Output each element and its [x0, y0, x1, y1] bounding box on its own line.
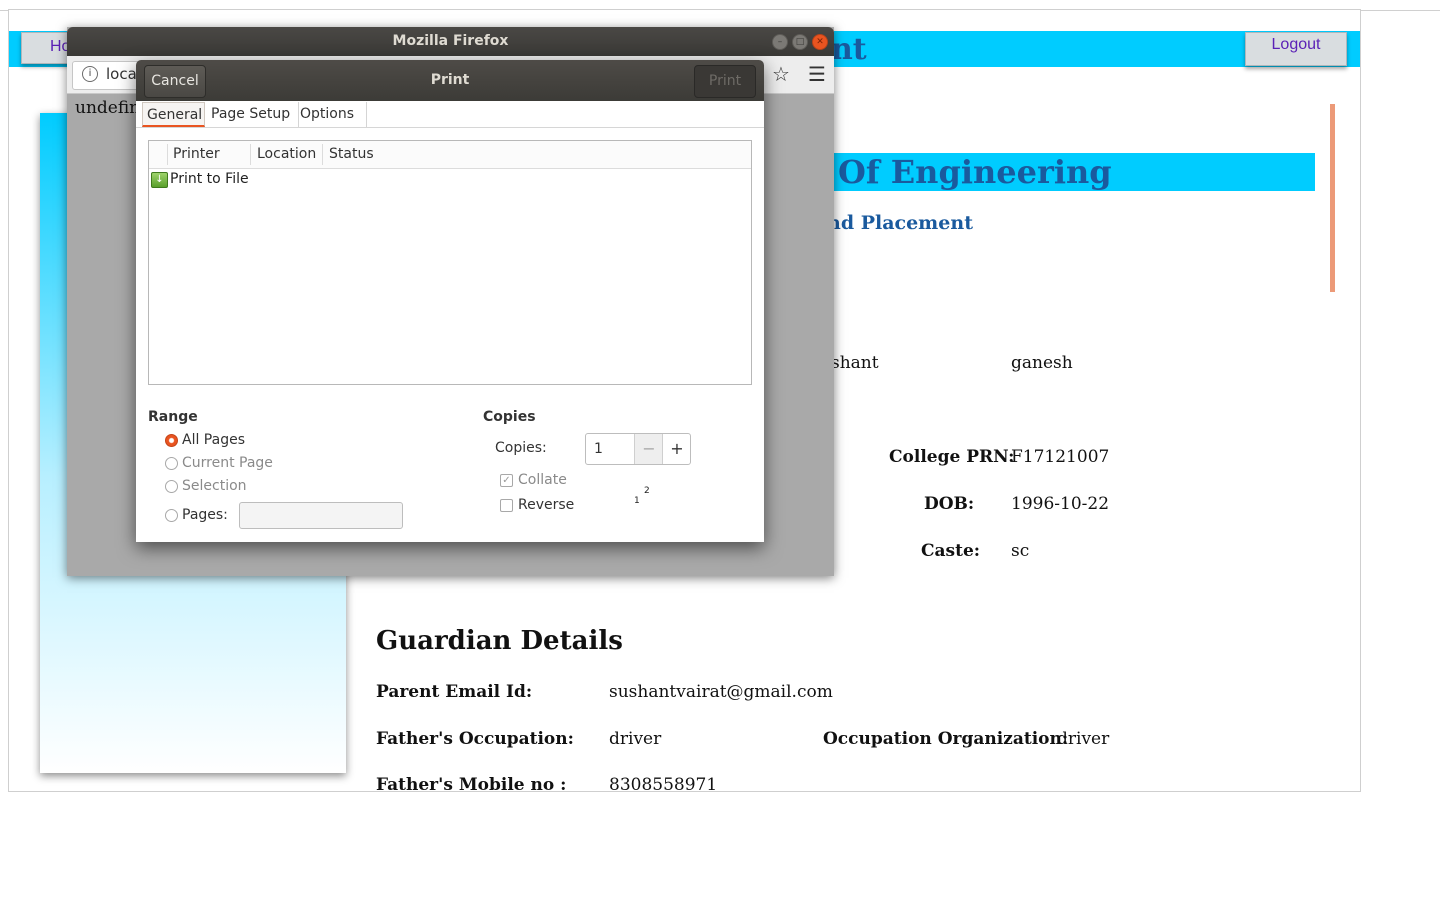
occupation-org-value: driver [1057, 729, 1110, 749]
current-page-label: Current Page [182, 455, 273, 471]
collate-label: Collate [518, 472, 567, 488]
parent-email-label: Parent Email Id: [376, 682, 533, 702]
prn-value: F17121007 [1011, 447, 1110, 467]
all-pages-label: All Pages [182, 432, 245, 448]
tab-divider [136, 127, 764, 128]
column-status[interactable]: Status [329, 141, 374, 168]
college-name: Of Engineering [838, 153, 1112, 191]
firefox-titlebar: Mozilla Firefox – □ ✕ [67, 27, 834, 56]
column-printer[interactable]: Printer [173, 141, 220, 168]
pages-label: Pages: [182, 507, 228, 523]
collate-checkbox[interactable]: ✓ [500, 474, 513, 487]
selection-radio[interactable] [165, 480, 178, 493]
column-separator [250, 144, 251, 165]
tab-page-setup[interactable]: Page Setup [207, 102, 299, 127]
pages-radio[interactable] [165, 509, 178, 522]
url-text: loca [106, 65, 137, 83]
student-first-name: shant [831, 353, 879, 373]
logout-button[interactable]: Logout [1245, 32, 1347, 66]
student-last-name: ganesh [1011, 353, 1073, 373]
print-dialog-header: Print Cancel Print [136, 60, 764, 101]
print-button[interactable]: Print [694, 65, 756, 98]
guardian-heading: Guardian Details [376, 626, 623, 656]
firefox-window-title: Mozilla Firefox [392, 33, 509, 49]
prn-label: College PRN: [889, 447, 1015, 467]
star-icon[interactable]: ☆ [769, 62, 793, 86]
copies-heading: Copies [483, 409, 536, 425]
collate-preview-page-2: 2 [644, 486, 650, 496]
current-page-radio[interactable] [165, 457, 178, 470]
dob-label: DOB: [924, 494, 975, 514]
cancel-button[interactable]: Cancel [144, 65, 206, 98]
copies-label: Copies: [495, 440, 547, 456]
tab-general[interactable]: General [142, 102, 205, 127]
print-dialog-title: Print [430, 72, 470, 88]
dob-value: 1996-10-22 [1011, 494, 1110, 514]
father-mobile-label: Father's Mobile no : [376, 775, 567, 792]
pages-input[interactable] [239, 502, 403, 529]
printer-list[interactable]: Printer Location Status ↓ Print to File [148, 140, 752, 385]
column-separator [322, 144, 323, 165]
page-content-text: undefin [75, 98, 141, 118]
print-dialog: Print Cancel Print General Page Setup Op… [136, 60, 764, 542]
increment-button[interactable]: + [662, 434, 691, 464]
collate-preview-page-1: 1 [634, 496, 640, 506]
minimize-icon[interactable]: – [772, 34, 788, 50]
occupation-org-label: Occupation Organization: [823, 729, 1069, 749]
father-occupation-value: driver [609, 729, 662, 749]
orange-divider [1330, 104, 1335, 292]
copies-value[interactable]: 1 [594, 434, 603, 464]
father-mobile-value: 8308558971 [609, 775, 718, 792]
site-title: nt [831, 32, 867, 67]
printer-list-header: Printer Location Status [149, 141, 751, 169]
selection-label: Selection [182, 478, 247, 494]
column-separator [167, 144, 168, 165]
caste-label: Caste: [921, 541, 981, 561]
tab-options[interactable]: Options [296, 102, 367, 127]
menu-icon[interactable]: ☰ [805, 62, 829, 86]
reverse-label: Reverse [518, 497, 575, 513]
url-bar[interactable]: i loca [72, 61, 144, 90]
printer-name: Print to File [170, 171, 249, 187]
copies-stepper[interactable]: 1 − + [585, 433, 691, 465]
close-icon[interactable]: ✕ [812, 34, 828, 50]
placement-subtitle: nd Placement [827, 212, 973, 234]
print-to-file-icon: ↓ [151, 172, 168, 188]
parent-email-value: sushantvairat@gmail.com [609, 682, 833, 702]
range-heading: Range [148, 409, 198, 425]
caste-value: sc [1011, 541, 1030, 561]
column-location[interactable]: Location [257, 141, 316, 168]
all-pages-radio[interactable] [165, 434, 178, 447]
printer-row[interactable]: ↓ Print to File [149, 169, 751, 193]
maximize-icon[interactable]: □ [792, 34, 808, 50]
decrement-button[interactable]: − [634, 434, 663, 464]
reverse-checkbox[interactable] [500, 499, 513, 512]
info-icon[interactable]: i [82, 66, 98, 82]
father-occupation-label: Father's Occupation: [376, 729, 574, 749]
